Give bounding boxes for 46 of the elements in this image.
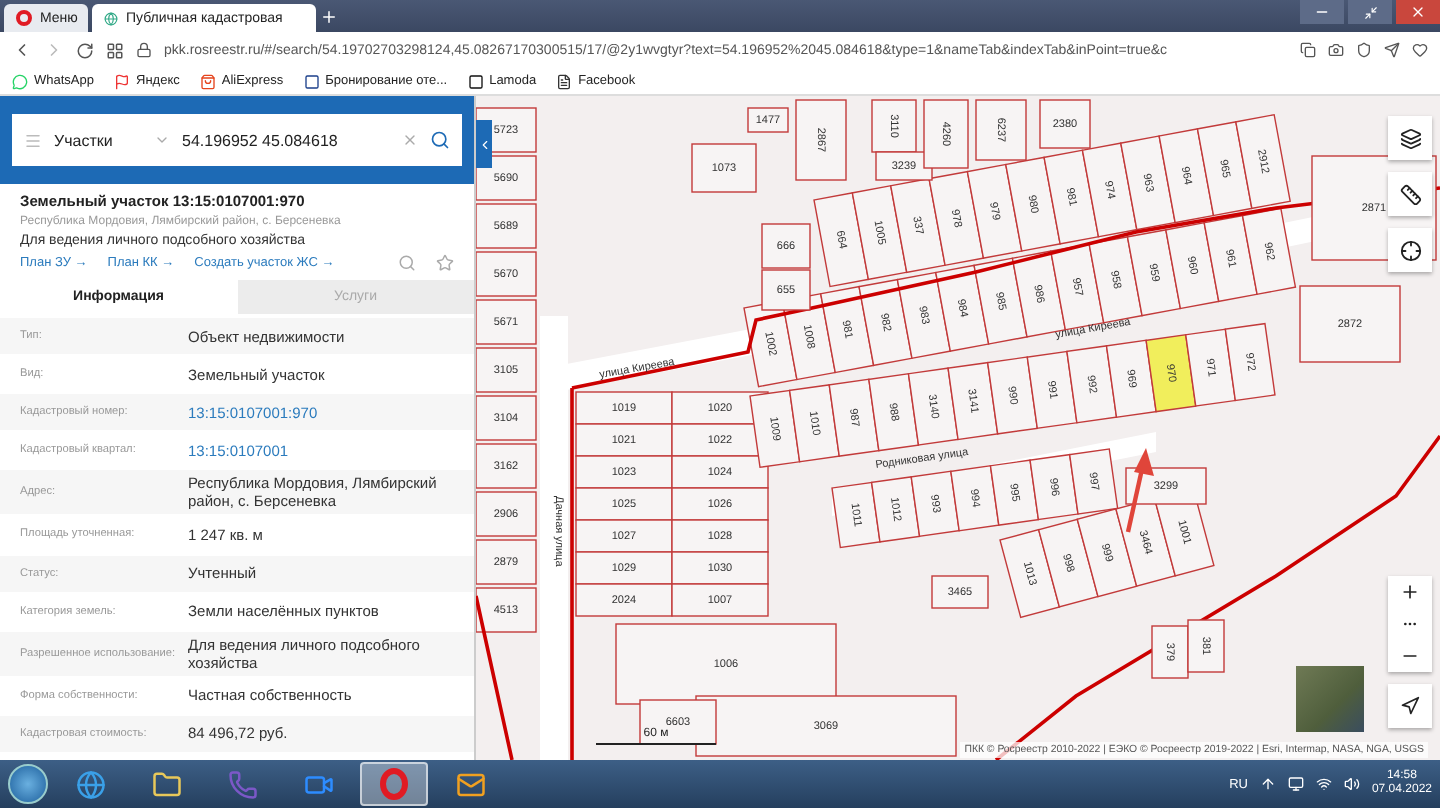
layers-icon [1399, 127, 1421, 149]
chevron-left-icon [477, 137, 491, 151]
document-icon [556, 73, 573, 89]
grid-icon[interactable] [106, 41, 124, 59]
phone-icon [227, 769, 257, 799]
shopping-bag-icon [199, 73, 216, 89]
crosshair-button[interactable] [1388, 228, 1432, 272]
layers-button[interactable] [1388, 116, 1432, 160]
ruler-button[interactable] [1388, 172, 1432, 216]
send-icon[interactable] [1384, 42, 1400, 58]
start-button[interactable] [8, 764, 48, 804]
shield-icon[interactable] [1356, 42, 1372, 58]
pointer-arrow [1125, 448, 1154, 533]
crosshair-icon [1399, 239, 1421, 261]
network-icon[interactable] [1315, 776, 1332, 792]
ring-icon [16, 10, 32, 26]
star-icon[interactable] [436, 254, 454, 272]
square-icon [467, 73, 484, 89]
restore-icon [1363, 5, 1377, 19]
globe-icon [75, 769, 105, 799]
square-icon [303, 73, 320, 89]
heart-icon[interactable] [1412, 42, 1428, 58]
ruler-icon [1399, 183, 1421, 205]
reload-icon[interactable] [76, 41, 94, 59]
arrow-up-icon[interactable] [1259, 776, 1276, 792]
compass-button[interactable] [1388, 684, 1432, 728]
site-icon [104, 11, 118, 25]
lock-icon [136, 42, 152, 58]
arrow-pointer-icon [1400, 696, 1420, 716]
ring-icon [380, 768, 408, 800]
taskbar-app[interactable] [360, 762, 428, 806]
chat-bubble-icon [12, 73, 28, 89]
maximize-button[interactable] [1348, 0, 1392, 24]
category-select[interactable]: Участки [54, 131, 142, 149]
close-icon [1410, 4, 1426, 20]
plus-icon [1400, 582, 1420, 602]
search-query: 54.196952 45.084618 [182, 131, 340, 149]
mail-icon [455, 769, 485, 799]
speaker-icon[interactable] [1343, 776, 1360, 792]
search-field[interactable]: Участки 54.196952 45.084618 [12, 114, 462, 166]
folder-icon [151, 769, 181, 799]
search-icon[interactable] [430, 130, 450, 150]
new-tab-icon[interactable] [320, 7, 338, 25]
copy-icon[interactable] [1300, 42, 1316, 58]
camera-icon[interactable] [1328, 42, 1344, 58]
monitor-icon[interactable] [1287, 776, 1304, 792]
